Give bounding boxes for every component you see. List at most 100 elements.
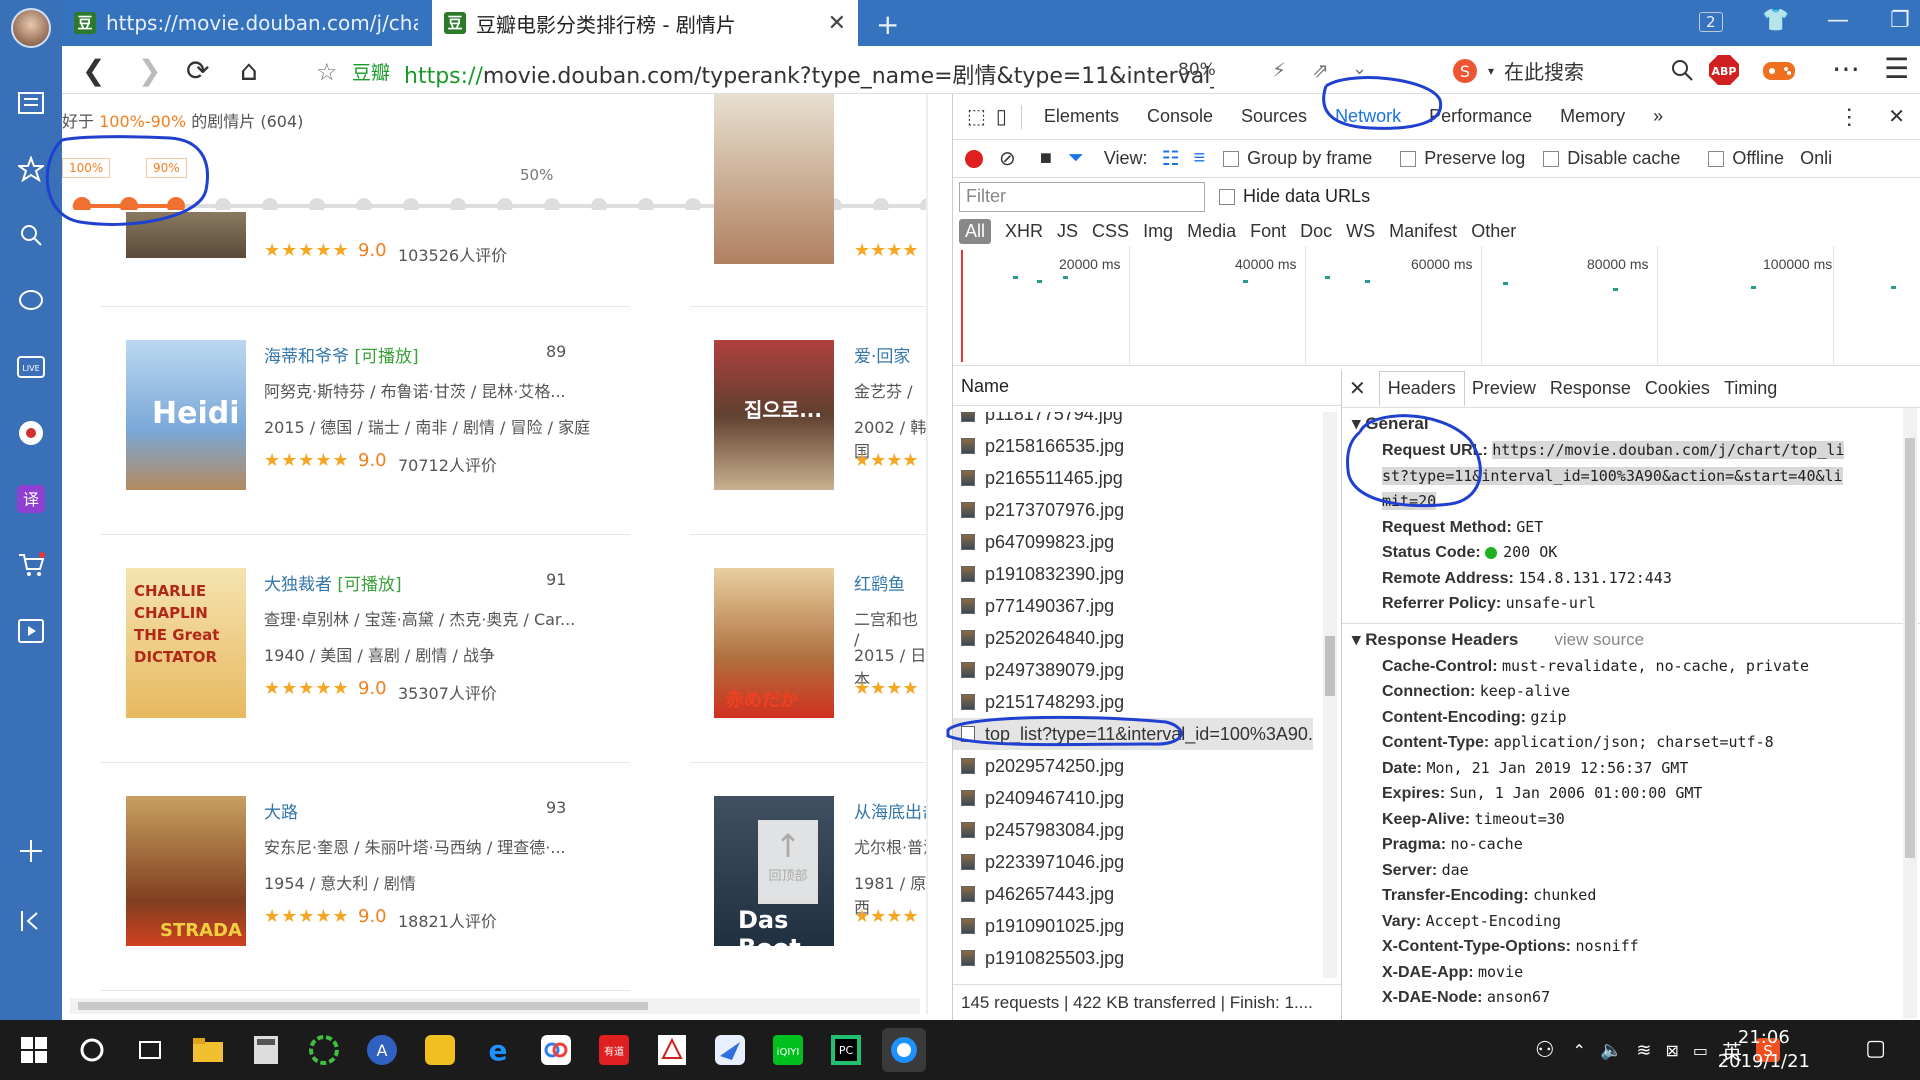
- edge-icon[interactable]: e: [476, 1028, 520, 1072]
- file-explorer-icon[interactable]: [186, 1028, 230, 1072]
- movie-poster[interactable]: 집으로...: [714, 340, 834, 490]
- filter-input[interactable]: Filter: [959, 182, 1205, 212]
- restore-icon[interactable]: ❐: [1890, 8, 1910, 33]
- lightning-icon[interactable]: ⚡: [1272, 58, 1286, 82]
- request-row[interactable]: p2029574250.jpg: [953, 750, 1313, 782]
- search-icon[interactable]: [16, 220, 46, 250]
- font-app-icon[interactable]: A: [360, 1028, 404, 1072]
- request-row[interactable]: p2457983084.jpg: [953, 814, 1313, 846]
- share-icon[interactable]: ⇗: [1312, 58, 1329, 82]
- movie-item[interactable]: Heidi 海蒂和爷爷 [可播放] 89 阿努克·斯特芬 / 布鲁诺·甘茨 / …: [62, 340, 622, 520]
- large-rows-icon[interactable]: ☷: [1162, 146, 1180, 171]
- filter-icon[interactable]: ⏷: [1068, 147, 1084, 170]
- group-by-frame-checkbox[interactable]: Group by frame: [1223, 148, 1372, 169]
- request-row[interactable]: p2173707976.jpg: [953, 494, 1313, 526]
- search-box[interactable]: S ▾ 在此搜索: [1452, 56, 1584, 85]
- taskbar-clock[interactable]: 21:06 2019/1/21: [1718, 1026, 1810, 1074]
- type-filter-all[interactable]: All: [959, 218, 992, 244]
- horizontal-scrollbar[interactable]: [70, 998, 920, 1014]
- people-icon[interactable]: ⚇: [1535, 1038, 1555, 1063]
- pdf-icon[interactable]: [650, 1028, 694, 1072]
- engine-dropdown-icon[interactable]: ▾: [1488, 64, 1494, 78]
- offline-checkbox[interactable]: Offline: [1708, 148, 1784, 169]
- request-row[interactable]: p2409467410.jpg: [953, 782, 1313, 814]
- home-button[interactable]: ⌂: [240, 54, 258, 87]
- chat-icon[interactable]: [16, 286, 46, 316]
- browser-taskbar-icon[interactable]: [882, 1028, 926, 1072]
- request-row[interactable]: p1910832390.jpg: [953, 558, 1313, 590]
- request-row[interactable]: p771490367.jpg: [953, 590, 1313, 622]
- devtools-menu-icon[interactable]: ⋮: [1838, 104, 1860, 130]
- slider-stop[interactable]: [685, 198, 701, 210]
- tab-elements[interactable]: Elements: [1030, 106, 1133, 127]
- app-ring-icon[interactable]: [302, 1028, 346, 1072]
- volume-icon[interactable]: 🔈: [1600, 1040, 1622, 1061]
- network-overview-timeline[interactable]: 20000 ms 40000 ms 60000 ms 80000 ms 100000 m…: [953, 246, 1920, 366]
- forward-button[interactable]: ❯: [138, 54, 161, 87]
- movie-poster[interactable]: 赤めだか: [714, 568, 834, 718]
- slider-stop[interactable]: [215, 198, 231, 210]
- calculator-icon[interactable]: [244, 1028, 288, 1072]
- new-tab-button[interactable]: +: [876, 8, 899, 41]
- hide-data-urls-checkbox[interactable]: Hide data URLs: [1219, 186, 1370, 207]
- slider-stop[interactable]: [73, 197, 91, 210]
- tab-console[interactable]: Console: [1133, 106, 1227, 127]
- request-row[interactable]: p2497389079.jpg: [953, 654, 1313, 686]
- youdao-icon[interactable]: 有道: [592, 1028, 636, 1072]
- movie-item[interactable]: CHARLIE CHAPLIN THE Great DICTATOR 大独裁者 …: [62, 568, 622, 748]
- request-row[interactable]: top_list?type=11&interval_id=100%3A90...: [953, 718, 1313, 750]
- more-menu-icon[interactable]: ⋯: [1832, 52, 1860, 85]
- cart-icon[interactable]: [16, 550, 46, 580]
- favorites-star-icon[interactable]: [16, 154, 46, 184]
- request-row[interactable]: p1910825503.jpg: [953, 942, 1313, 974]
- view-source-link[interactable]: view source: [1554, 630, 1644, 649]
- slider-stop[interactable]: [403, 198, 419, 210]
- bookmark-star-icon[interactable]: ☆: [316, 58, 338, 86]
- slider-stop[interactable]: [356, 198, 372, 210]
- slider-stop[interactable]: [638, 198, 654, 210]
- type-filter-img[interactable]: Img: [1143, 221, 1173, 242]
- bird-app-icon[interactable]: [708, 1028, 752, 1072]
- slider-stop[interactable]: [497, 198, 513, 210]
- general-section-toggle[interactable]: ▾ General: [1352, 414, 1920, 434]
- more-tabs-button[interactable]: »: [1639, 106, 1677, 127]
- type-filter-xhr[interactable]: XHR: [1005, 221, 1043, 242]
- tab-preview[interactable]: Preview: [1465, 378, 1543, 399]
- user-avatar[interactable]: [11, 8, 51, 48]
- movie-poster[interactable]: Heidi: [126, 340, 246, 490]
- translate-icon[interactable]: 译: [16, 484, 46, 514]
- movie-title[interactable]: 从海底出击: [854, 798, 928, 823]
- gamepad-icon[interactable]: [1762, 56, 1796, 84]
- request-row[interactable]: p2520264840.jpg: [953, 622, 1313, 654]
- record-icon[interactable]: [965, 149, 983, 168]
- movie-title[interactable]: 大路: [264, 798, 298, 823]
- tab-network[interactable]: Network: [1321, 106, 1415, 127]
- tab-chart-json[interactable]: 豆 https://movie.douban.com/j/chart/: [62, 0, 430, 46]
- tab-timing[interactable]: Timing: [1717, 378, 1784, 399]
- inspect-icon[interactable]: ⬚: [967, 104, 986, 129]
- windows-start-icon[interactable]: [12, 1028, 56, 1072]
- movie-title[interactable]: 海蒂和爷爷 [可播放]: [264, 342, 419, 367]
- request-list-scrollbar[interactable]: [1323, 412, 1337, 978]
- tab-response[interactable]: Response: [1543, 378, 1638, 399]
- tab-count-badge[interactable]: 2: [1699, 12, 1723, 32]
- device-toolbar-icon[interactable]: ▯: [996, 104, 1007, 129]
- movie-item[interactable]: STRADA 大路 93 安东尼·奎恩 / 朱丽叶塔·马西纳 / 理查德·...…: [62, 796, 622, 976]
- slider-stop[interactable]: [120, 197, 138, 210]
- adblock-icon[interactable]: ABP: [1708, 54, 1740, 86]
- close-tab-icon[interactable]: ✕: [828, 11, 846, 36]
- hamburger-menu-icon[interactable]: ☰: [1884, 52, 1909, 85]
- tab-cookies[interactable]: Cookies: [1638, 378, 1717, 399]
- battery-icon[interactable]: ▭: [1693, 1041, 1708, 1060]
- close-devtools-icon[interactable]: ✕: [1888, 104, 1905, 129]
- minimize-icon[interactable]: —: [1827, 8, 1849, 33]
- type-filter-doc[interactable]: Doc: [1300, 221, 1332, 242]
- close-details-icon[interactable]: ✕: [1342, 376, 1373, 401]
- slider-stop[interactable]: [591, 198, 607, 210]
- name-column-header[interactable]: Name: [953, 370, 1341, 406]
- slider-stop[interactable]: [450, 198, 466, 210]
- type-filter-font[interactable]: Font: [1250, 221, 1286, 242]
- clear-icon[interactable]: ⊘: [999, 146, 1016, 171]
- type-filter-other[interactable]: Other: [1471, 221, 1516, 242]
- live-icon[interactable]: LIVE: [16, 352, 46, 382]
